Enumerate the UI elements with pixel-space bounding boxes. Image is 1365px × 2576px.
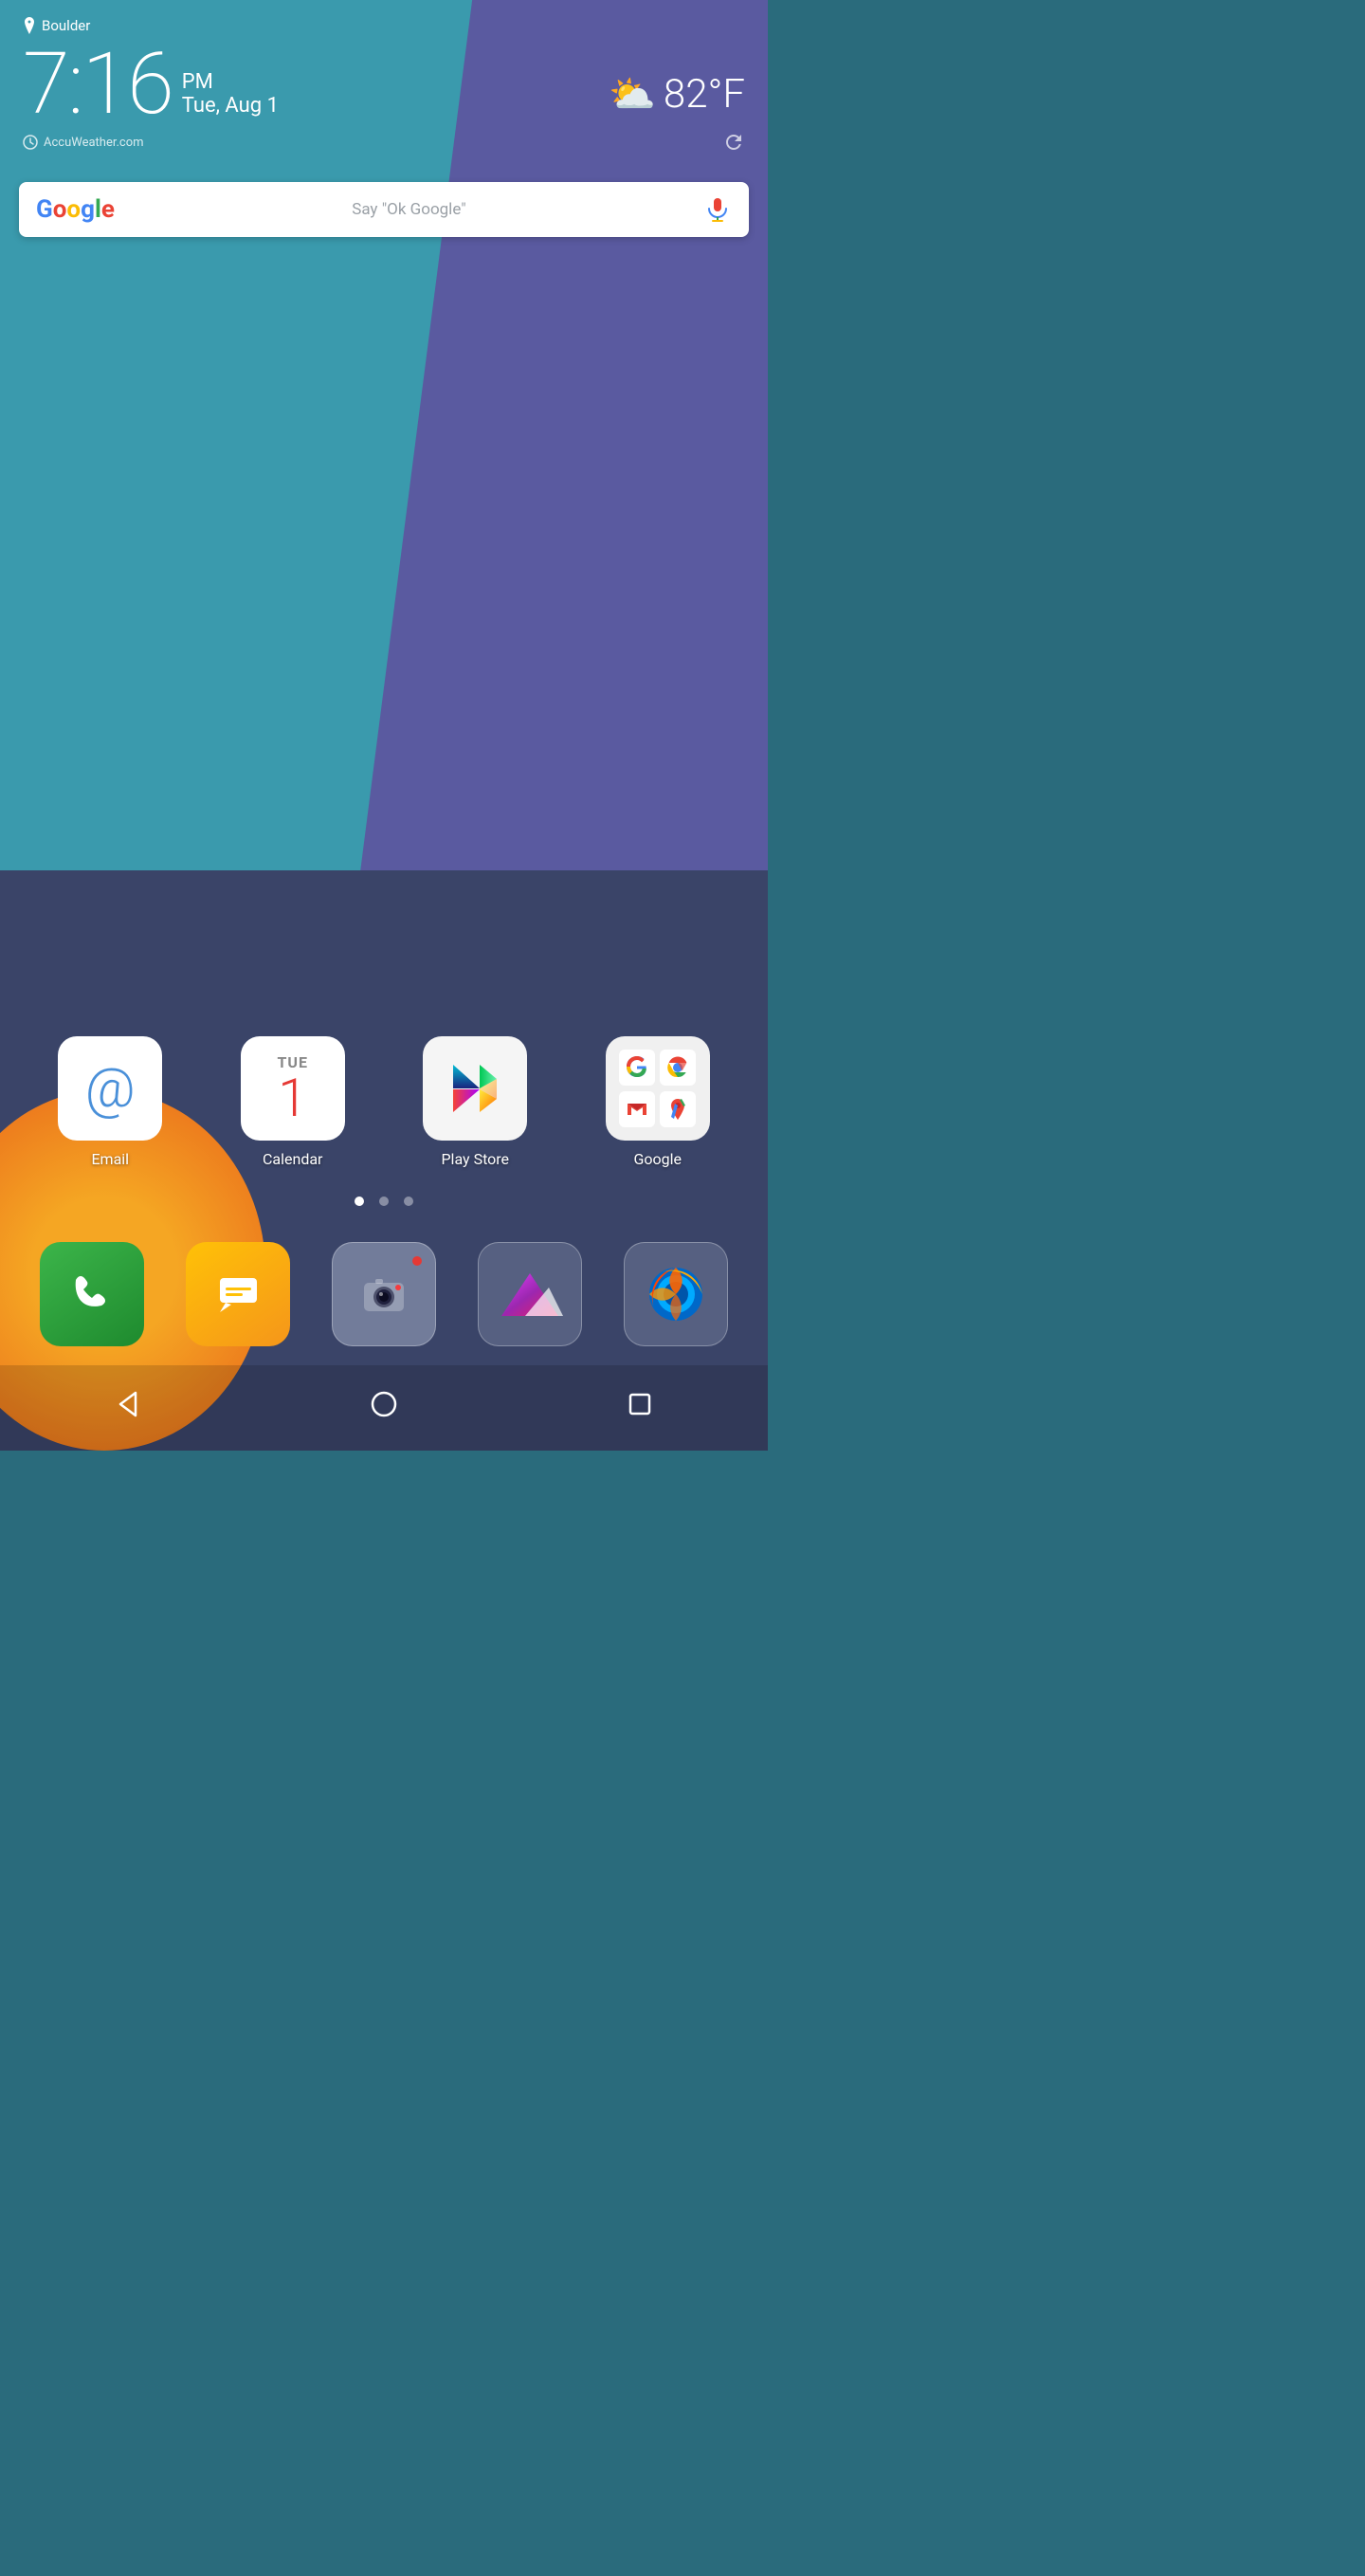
play-store-label: Play Store	[441, 1150, 509, 1168]
weather-section: ⛅ 82°F	[609, 71, 745, 118]
dock	[0, 1229, 768, 1365]
gallery-icon-box	[478, 1242, 582, 1346]
location-pin-icon	[23, 17, 36, 34]
recents-icon	[627, 1391, 653, 1417]
app-icon-email[interactable]: @ Email	[58, 1036, 162, 1168]
home-button[interactable]	[360, 1380, 408, 1428]
accuweather-label: AccuWeather.com	[23, 135, 144, 150]
calendar-label: Calendar	[263, 1150, 322, 1168]
time-display: 7:16	[23, 42, 173, 127]
time-ampm: PM	[182, 70, 279, 94]
dock-messages[interactable]	[186, 1242, 290, 1346]
microphone-icon[interactable]	[703, 195, 732, 224]
email-at-symbol: @	[85, 1056, 136, 1121]
firefox-icon	[643, 1261, 709, 1327]
location-row: Boulder	[23, 17, 745, 34]
time-date: Tue, Aug 1	[182, 94, 279, 118]
time-right: PM Tue, Aug 1	[182, 70, 279, 118]
app-icons-row: @ Email TUE 1 Calendar	[0, 1036, 768, 1168]
home-icon	[369, 1389, 399, 1419]
firefox-icon-box	[624, 1242, 728, 1346]
camera-icon-box	[332, 1242, 436, 1346]
calendar-icon-box: TUE 1	[241, 1036, 345, 1141]
camera-icon	[356, 1267, 411, 1322]
email-icon-box: @	[58, 1036, 162, 1141]
back-icon	[113, 1389, 143, 1419]
back-button[interactable]	[104, 1380, 152, 1428]
dock-gallery[interactable]	[478, 1242, 582, 1346]
weather-temp: 82°F	[664, 71, 745, 118]
phone-icon	[66, 1269, 118, 1321]
page-dot-1[interactable]	[355, 1197, 364, 1206]
nav-bar	[0, 1365, 768, 1451]
messages-icon	[212, 1269, 264, 1321]
email-label: Email	[91, 1150, 129, 1168]
calendar-inner: TUE 1	[278, 1053, 308, 1124]
mini-google-icon	[619, 1050, 655, 1086]
app-icon-google-folder[interactable]: Google	[606, 1036, 710, 1168]
app-icon-play-store[interactable]: Play Store	[423, 1036, 527, 1168]
time-weather-row: 7:16 PM Tue, Aug 1 ⛅ 82°F	[23, 42, 745, 127]
dock-firefox[interactable]	[624, 1242, 728, 1346]
play-store-svg	[442, 1055, 508, 1122]
recents-button[interactable]	[616, 1380, 664, 1428]
phone-icon-box	[40, 1242, 144, 1346]
dock-camera[interactable]	[332, 1242, 436, 1346]
gallery-icon	[497, 1269, 563, 1321]
page-dot-2[interactable]	[379, 1197, 389, 1206]
accuweather-text: AccuWeather.com	[44, 136, 144, 150]
google-folder-label: Google	[633, 1150, 682, 1168]
calendar-date: 1	[278, 1071, 307, 1124]
status-bar: Boulder 7:16 PM Tue, Aug 1 ⛅ 82°F	[0, 0, 768, 154]
page-dots	[0, 1197, 768, 1206]
page-dot-3[interactable]	[404, 1197, 413, 1206]
google-logo: Google	[36, 195, 115, 224]
dock-phone[interactable]	[40, 1242, 144, 1346]
location-label: Boulder	[42, 17, 90, 34]
search-bar-container: Google Say "Ok Google"	[0, 154, 768, 237]
google-search-bar[interactable]: Google Say "Ok Google"	[19, 182, 749, 237]
camera-notification-dot	[412, 1256, 422, 1266]
google-folder-icon-box	[606, 1036, 710, 1141]
search-placeholder: Say "Ok Google"	[128, 200, 690, 219]
weather-icon: ⛅	[609, 72, 656, 117]
accuweather-row: AccuWeather.com	[23, 131, 745, 154]
mini-chrome-icon	[660, 1050, 696, 1086]
app-icon-calendar[interactable]: TUE 1 Calendar	[241, 1036, 345, 1168]
messages-icon-box	[186, 1242, 290, 1346]
accuweather-icon	[23, 135, 38, 150]
mini-gmail-icon	[619, 1091, 655, 1127]
mini-maps-icon	[660, 1091, 696, 1127]
refresh-icon[interactable]	[722, 131, 745, 154]
time-section: 7:16 PM Tue, Aug 1	[23, 42, 279, 127]
play-store-icon-box	[423, 1036, 527, 1141]
home-screen: Boulder 7:16 PM Tue, Aug 1 ⛅ 82°F	[0, 0, 768, 1451]
